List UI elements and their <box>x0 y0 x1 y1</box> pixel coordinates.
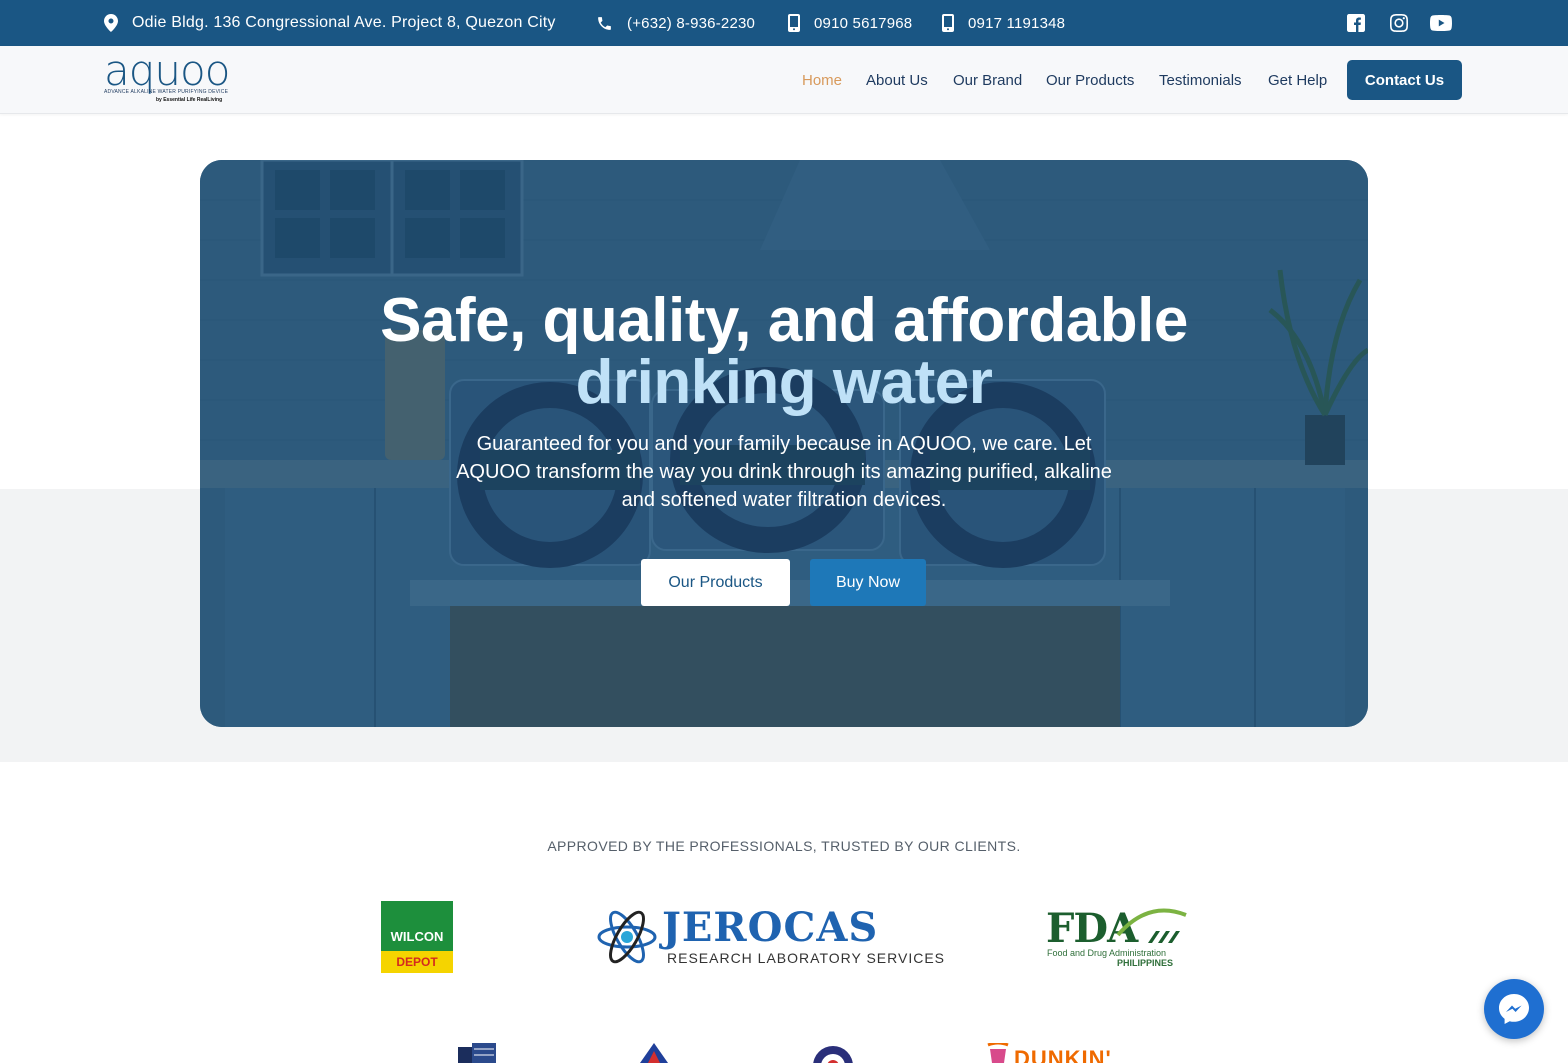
fda-philippines-logo: FDA Food and Drug Administration PHILIPP… <box>1046 905 1188 971</box>
instagram-link[interactable] <box>1388 12 1410 34</box>
hero-banner: Safe, quality, and affordable drinking w… <box>200 160 1368 727</box>
logo-wordmark: aquoo <box>104 46 230 95</box>
messenger-icon <box>1499 994 1529 1024</box>
messenger-chat-button[interactable] <box>1484 979 1544 1039</box>
wilcon-depot-logo: WILCON DEPOT <box>381 901 453 973</box>
atom-icon <box>597 910 657 964</box>
address-item: Odie Bldg. 136 Congressional Ave. Projec… <box>104 0 556 46</box>
our-products-button[interactable]: Our Products <box>641 559 790 606</box>
fda-fullname: Food and Drug Administration <box>1047 948 1167 958</box>
partner-logo-building-icon <box>458 1043 496 1063</box>
instagram-icon <box>1390 14 1408 32</box>
nav-testimonials[interactable]: Testimonials <box>1159 46 1242 114</box>
depot-logo-text: DEPOT <box>381 951 453 973</box>
logo-byline: by Essential Life RealLiving <box>156 97 223 103</box>
logo-tagline: ADVANCE ALKALINE WATER PURIFYING DEVICE <box>104 89 229 95</box>
address-text: Odie Bldg. 136 Congressional Ave. Projec… <box>132 14 556 31</box>
dunkin-cup-icon <box>987 1043 1009 1063</box>
hero-title-line2: drinking water <box>575 348 993 417</box>
phone-mobile-1-text: 0910 5617968 <box>814 14 913 32</box>
top-info-bar: Odie Bldg. 136 Congressional Ave. Projec… <box>0 0 1568 46</box>
nav-home[interactable]: Home <box>802 46 842 114</box>
main-header: aquoo ADVANCE ALKALINE WATER PURIFYING D… <box>0 46 1568 114</box>
facebook-link[interactable] <box>1345 12 1367 34</box>
buy-now-button[interactable]: Buy Now <box>810 559 926 606</box>
partners-heading: APPROVED BY THE PROFESSIONALS, TRUSTED B… <box>547 838 1021 854</box>
nav-our-products[interactable]: Our Products <box>1046 46 1134 114</box>
facebook-icon <box>1347 14 1365 32</box>
mobile-phone-icon <box>942 14 954 32</box>
phone-icon <box>598 16 611 30</box>
phone-landline-item[interactable]: (+632) 8-936-2230 <box>596 0 755 46</box>
jerocas-logo: JEROCAS RESEARCH LABORATORY SERVICES <box>596 902 944 972</box>
phone-mobile-2-item[interactable]: 0917 1191348 <box>942 0 1065 46</box>
mobile-phone-icon <box>788 14 800 32</box>
phone-mobile-1-item[interactable]: 0910 5617968 <box>788 0 912 46</box>
nav-our-brand[interactable]: Our Brand <box>953 46 1022 114</box>
phone-landline-text: (+632) 8-936-2230 <box>627 14 756 32</box>
youtube-link[interactable] <box>1430 12 1452 34</box>
map-pin-icon <box>104 14 118 32</box>
phone-mobile-2-text: 0917 1191348 <box>968 14 1066 32</box>
jerocas-subtitle: RESEARCH LABORATORY SERVICES <box>667 950 946 966</box>
dunkin-logo-text: DUNKIN' <box>1014 1046 1112 1063</box>
aquoo-logo[interactable]: aquoo ADVANCE ALKALINE WATER PURIFYING D… <box>104 50 230 106</box>
contact-us-button[interactable]: Contact Us <box>1347 60 1462 100</box>
partner-logo-seal-icon <box>813 1046 853 1063</box>
wilcon-logo-text: WILCON <box>390 929 444 944</box>
fda-swoosh-icon <box>1116 908 1187 943</box>
youtube-icon <box>1430 15 1452 31</box>
hero-title-line1: Safe, quality, and affordable <box>380 286 1188 355</box>
jerocas-name: JEROCAS <box>662 904 879 951</box>
nav-get-help[interactable]: Get Help <box>1268 46 1327 114</box>
nav-about-us[interactable]: About Us <box>866 46 928 114</box>
partner-logo-triangle-icon <box>640 1043 668 1063</box>
fda-country: PHILIPPINES <box>1117 958 1174 968</box>
hero-subtitle: Guaranteed for you and your family becau… <box>456 433 1112 511</box>
